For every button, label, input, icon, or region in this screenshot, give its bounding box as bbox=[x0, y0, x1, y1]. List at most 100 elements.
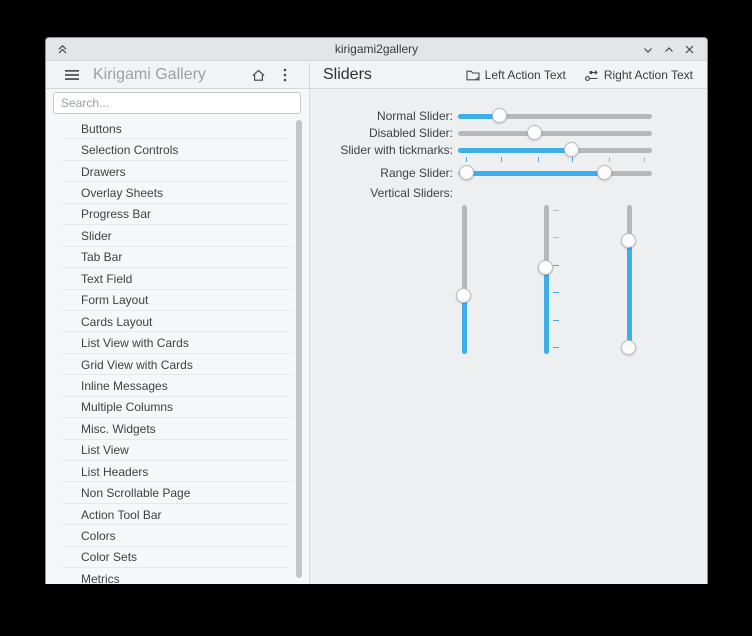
slider-handle[interactable] bbox=[492, 107, 508, 123]
slider-handle[interactable] bbox=[596, 164, 612, 180]
sidebar-body: Buttons Selection Controls Drawers Overlay … bbox=[46, 90, 309, 584]
sidebar-item-overlay-sheets[interactable]: Overlay Sheets bbox=[46, 182, 309, 205]
sidebar-item-label: Slider bbox=[81, 228, 112, 243]
sidebar-item-label: Non Scrollable Page bbox=[81, 486, 191, 501]
page-title: Sliders bbox=[323, 66, 372, 83]
vertical-slider-1[interactable] bbox=[454, 205, 478, 354]
sidebar-item-form-layout[interactable]: Form Layout bbox=[46, 290, 309, 312]
slider-handle[interactable] bbox=[563, 141, 579, 157]
slider-tickmark bbox=[552, 291, 559, 293]
slider-tickmark bbox=[552, 209, 559, 211]
sidebar-item-list-headers[interactable]: List Headers bbox=[46, 461, 309, 483]
home-button[interactable] bbox=[248, 65, 268, 85]
page-header: Sliders Left Action Text Right Action Te… bbox=[310, 62, 707, 89]
left-action-label: Left Action Text bbox=[484, 68, 566, 82]
slider-fill bbox=[467, 170, 606, 176]
sidebar-item-progress-bar[interactable]: Progress Bar bbox=[46, 204, 309, 226]
slider-handle[interactable] bbox=[537, 259, 553, 275]
slider-tickmark bbox=[552, 236, 559, 238]
sidebar-item-label: List Headers bbox=[81, 464, 149, 479]
sidebar-item-label: Metrics bbox=[81, 571, 120, 584]
sidebar-item-buttons[interactable]: Buttons bbox=[46, 118, 309, 140]
slider-handle[interactable] bbox=[620, 340, 636, 356]
home-icon bbox=[251, 69, 265, 81]
slider-handle[interactable] bbox=[620, 232, 636, 248]
slider-track bbox=[458, 130, 652, 136]
sidebar-header: Kirigami Gallery bbox=[46, 62, 309, 89]
vertical-range-slider[interactable] bbox=[619, 205, 643, 356]
sidebar-item-label: Form Layout bbox=[81, 293, 149, 308]
sidebar-item-grid-view-with-cards[interactable]: Grid View with Cards bbox=[46, 354, 309, 376]
hamburger-icon bbox=[65, 70, 79, 80]
kebab-menu-icon bbox=[283, 68, 287, 82]
sidebar-item-text-field[interactable]: Text Field bbox=[46, 268, 309, 290]
sidebar-item-tab-bar[interactable]: Tab Bar bbox=[46, 247, 309, 269]
tickmark-slider[interactable] bbox=[458, 141, 652, 163]
sidebar-item-action-tool-bar[interactable]: Action Tool Bar bbox=[46, 504, 309, 526]
sidebar-item-label: Action Tool Bar bbox=[81, 507, 162, 522]
window-title: kirigami2gallery bbox=[334, 42, 419, 56]
sidebar-item-color-sets[interactable]: Color Sets bbox=[46, 547, 309, 569]
titlebar: kirigami2gallery bbox=[46, 38, 707, 61]
vertical-slider-tickmarks[interactable] bbox=[536, 205, 560, 354]
sidebar-item-label: Multiple Columns bbox=[81, 400, 174, 415]
folder-icon bbox=[466, 70, 480, 81]
minimize-button[interactable] bbox=[641, 43, 654, 56]
sidebar-item-slider[interactable]: Slider bbox=[46, 225, 309, 248]
range-slider-label: Range Slider: bbox=[380, 165, 453, 180]
right-action-button[interactable]: Right Action Text bbox=[580, 65, 697, 85]
slider-tickmark bbox=[644, 156, 646, 162]
slider-fill bbox=[543, 266, 549, 354]
sidebar-item-label: List View bbox=[81, 443, 129, 458]
slider-tickmark bbox=[552, 347, 559, 349]
sidebar-item-label: Tab Bar bbox=[81, 250, 123, 265]
sidebar-item-label: Text Field bbox=[81, 271, 133, 286]
maximize-button[interactable] bbox=[662, 43, 675, 56]
slider-tickmark bbox=[465, 156, 467, 162]
sidebar-item-selection-controls[interactable]: Selection Controls bbox=[46, 139, 309, 162]
left-action-button[interactable]: Left Action Text bbox=[462, 65, 570, 85]
slider-tickmark bbox=[552, 320, 559, 322]
app-window: kirigami2gallery Kirigami Gallery Search… bbox=[45, 37, 708, 584]
sidebar-item-label: Cards Layout bbox=[81, 314, 153, 329]
slider-tickmark bbox=[500, 156, 502, 162]
slider-handle bbox=[527, 124, 543, 140]
sidebar-item-drawers[interactable]: Drawers bbox=[46, 161, 309, 183]
sidebar-item-label: Misc. Widgets bbox=[81, 421, 156, 436]
sidebar-item-label: Drawers bbox=[81, 164, 126, 179]
slider-tickmark bbox=[572, 156, 574, 162]
search-input[interactable] bbox=[53, 92, 301, 114]
sidebar-item-multiple-columns[interactable]: Multiple Columns bbox=[46, 397, 309, 419]
sidebar-item-list-view[interactable]: List View bbox=[46, 440, 309, 462]
sidebar-item-label: Buttons bbox=[81, 121, 122, 136]
range-slider[interactable] bbox=[458, 164, 652, 186]
sidebar-item-non-scrollable-page[interactable]: Non Scrollable Page bbox=[46, 482, 309, 505]
window-controls bbox=[641, 38, 696, 61]
sidebar-title: Kirigami Gallery bbox=[93, 66, 206, 83]
sidebar: Kirigami Gallery Buttons bbox=[46, 62, 309, 584]
slider-tickmark bbox=[552, 265, 559, 267]
slider-handle[interactable] bbox=[455, 287, 471, 303]
menu-button[interactable] bbox=[62, 65, 82, 85]
sliders-page: Normal Slider: Disabled Slider: Slider w… bbox=[310, 90, 707, 584]
vertical-sliders-label: Vertical Sliders: bbox=[370, 186, 453, 200]
sidebar-item-label: Color Sets bbox=[81, 550, 138, 565]
sidebar-item-colors[interactable]: Colors bbox=[46, 525, 309, 548]
sidebar-item-inline-messages[interactable]: Inline Messages bbox=[46, 375, 309, 398]
sidebar-item-label: Overlay Sheets bbox=[81, 186, 164, 201]
sidebar-item-label: Colors bbox=[81, 529, 116, 544]
sidebar-item-cards-layout[interactable]: Cards Layout bbox=[46, 311, 309, 333]
overflow-menu-button[interactable] bbox=[275, 65, 295, 85]
main-pane: Sliders Left Action Text Right Action Te… bbox=[310, 62, 707, 584]
slider-handle[interactable] bbox=[459, 164, 475, 180]
sidebar-item-list-view-with-cards[interactable]: List View with Cards bbox=[46, 332, 309, 355]
chevron-up-icon bbox=[664, 46, 673, 52]
sidebar-item-metrics[interactable]: Metrics bbox=[46, 568, 309, 584]
close-button[interactable] bbox=[683, 43, 696, 56]
slider-tickmark bbox=[537, 156, 539, 162]
sidebar-item-misc-widgets[interactable]: Misc. Widgets bbox=[46, 418, 309, 441]
sidebar-item-label: Progress Bar bbox=[81, 207, 152, 222]
sidebar-scrollbar-thumb[interactable] bbox=[296, 120, 302, 578]
slider-fill bbox=[461, 294, 467, 354]
sidebar-item-label: List View with Cards bbox=[81, 336, 189, 351]
